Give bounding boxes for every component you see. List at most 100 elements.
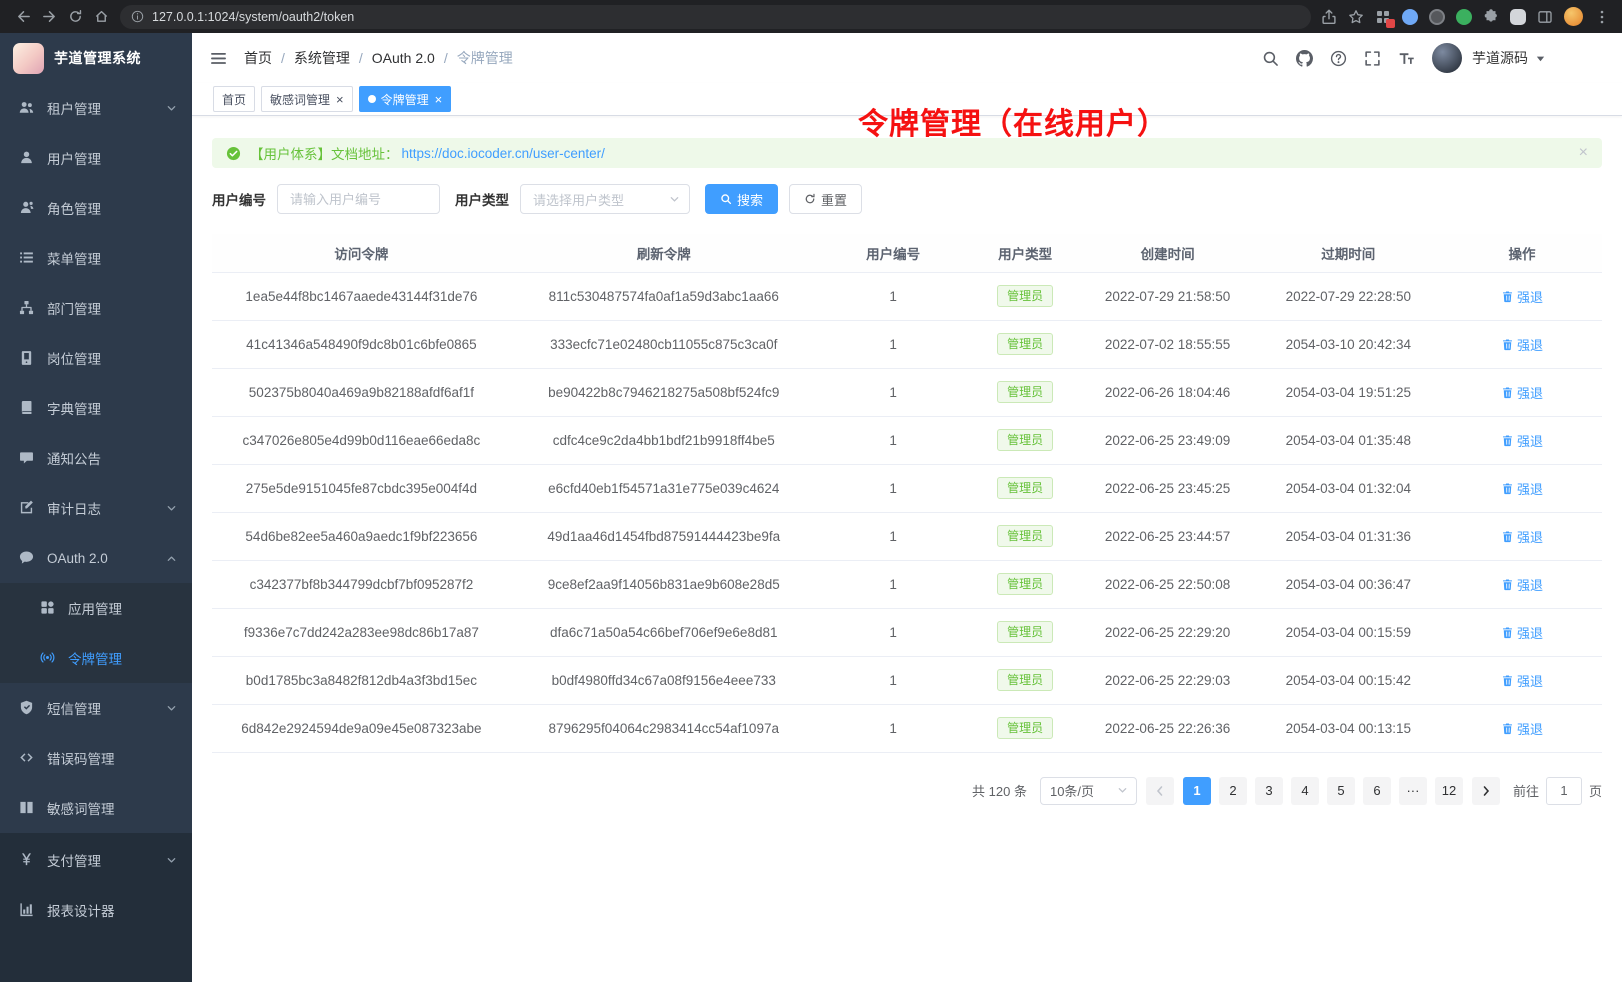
fullscreen-icon[interactable] <box>1364 50 1381 67</box>
log-icon <box>19 500 35 516</box>
user-type-select[interactable]: 请选择用户类型 <box>520 184 690 214</box>
page-size-select[interactable]: 10条/页 <box>1040 777 1137 805</box>
side-panel-icon[interactable] <box>1537 9 1553 25</box>
help-icon[interactable] <box>1330 50 1347 67</box>
user-type-label: 用户类型 <box>455 189 509 209</box>
delete-icon <box>1501 386 1514 399</box>
expire-time-cell: 2054-03-04 01:31:36 <box>1254 512 1442 560</box>
sidebar-item[interactable]: OAuth 2.0 <box>0 533 192 583</box>
force-logout-button[interactable]: 强退 <box>1501 719 1543 738</box>
font-size-icon[interactable] <box>1398 50 1415 67</box>
bookmark-star-icon[interactable] <box>1348 9 1364 25</box>
sidebar-item[interactable]: 角色管理 <box>0 183 192 233</box>
refresh-token-cell: 811c530487574fa0af1a59d3abc1aa66 <box>511 272 817 320</box>
share-icon[interactable] <box>1321 9 1337 25</box>
browser-home-button[interactable] <box>88 4 114 30</box>
force-logout-button[interactable]: 强退 <box>1501 575 1543 594</box>
extension-icon[interactable] <box>1429 9 1445 25</box>
close-icon[interactable]: × <box>336 93 344 106</box>
user-type-cell: 管理员 <box>970 464 1081 512</box>
extension-icon[interactable] <box>1456 9 1472 25</box>
force-logout-button[interactable]: 强退 <box>1501 479 1543 498</box>
force-logout-button[interactable]: 强退 <box>1501 623 1543 642</box>
sidebar-item[interactable]: 通知公告 <box>0 433 192 483</box>
next-page-button[interactable] <box>1472 777 1500 805</box>
sidebar-item[interactable]: 岗位管理 <box>0 333 192 383</box>
browser-profile-avatar[interactable] <box>1564 7 1583 26</box>
table-row: c347026e805e4d99b0d116eae66eda8ccdfc4ce9… <box>212 416 1602 464</box>
caret-down-icon[interactable] <box>1535 53 1546 64</box>
sidebar-item[interactable]: 字典管理 <box>0 383 192 433</box>
force-logout-button[interactable]: 强退 <box>1501 335 1543 354</box>
sidebar-item[interactable]: 支付管理 <box>0 835 192 885</box>
chevron-up-icon <box>166 553 177 564</box>
action-cell: 强退 <box>1442 608 1602 656</box>
browser-menu-icon[interactable] <box>1594 9 1610 25</box>
force-logout-button[interactable]: 强退 <box>1501 287 1543 306</box>
sidebar-item[interactable]: 审计日志 <box>0 483 192 533</box>
force-logout-button[interactable]: 强退 <box>1501 431 1543 450</box>
force-logout-button[interactable]: 强退 <box>1501 383 1543 402</box>
username[interactable]: 芋道源码 <box>1472 48 1528 68</box>
breadcrumb-item[interactable]: 系统管理 <box>294 48 350 68</box>
search-icon[interactable] <box>1262 50 1279 67</box>
sidebar-item[interactable]: 部门管理 <box>0 283 192 333</box>
sidebar-item[interactable]: 令牌管理 <box>0 633 192 683</box>
extension-icon[interactable] <box>1510 9 1526 25</box>
sidebar-item[interactable]: 报表设计器 <box>0 885 192 935</box>
sidebar-item[interactable]: 租户管理 <box>0 83 192 133</box>
user-id-input[interactable] <box>277 184 440 214</box>
doc-link[interactable]: https://doc.iocoder.cn/user-center/ <box>402 146 605 161</box>
address-bar[interactable]: 127.0.0.1:1024/system/oauth2/token <box>120 5 1311 29</box>
extension-icon[interactable] <box>1402 9 1418 25</box>
more-pages-button[interactable]: ··· <box>1399 777 1427 805</box>
extensions-puzzle-icon[interactable] <box>1483 9 1499 25</box>
browser-back-button[interactable] <box>10 4 36 30</box>
extension-grid-icon[interactable] <box>1375 9 1391 25</box>
sidebar-item[interactable]: 短信管理 <box>0 683 192 733</box>
created-time-cell: 2022-06-25 23:49:09 <box>1081 416 1255 464</box>
page-button[interactable]: 6 <box>1363 777 1391 805</box>
access-token-cell: 275e5de9151045fe87cbdc395e004f4d <box>212 464 511 512</box>
sidebar-item[interactable]: 应用管理 <box>0 583 192 633</box>
chevron-down-icon <box>166 855 177 866</box>
tab-item[interactable]: 首页 <box>213 86 255 112</box>
force-logout-button[interactable]: 强退 <box>1501 527 1543 546</box>
post-icon <box>19 350 35 366</box>
tab-item[interactable]: 令牌管理× <box>359 86 452 112</box>
sms-icon <box>19 700 35 716</box>
sidebar-item[interactable]: 菜单管理 <box>0 233 192 283</box>
column-header: 创建时间 <box>1081 234 1255 272</box>
page-button[interactable]: 5 <box>1327 777 1355 805</box>
site-info-icon[interactable] <box>131 10 144 23</box>
sidebar-item[interactable]: 用户管理 <box>0 133 192 183</box>
github-icon[interactable] <box>1296 50 1313 67</box>
sidebar-item[interactable]: 敏感词管理 <box>0 783 192 833</box>
column-header: 过期时间 <box>1254 234 1442 272</box>
search-button[interactable]: 搜索 <box>705 184 778 214</box>
goto-page-input[interactable] <box>1546 777 1582 805</box>
page-button[interactable]: 2 <box>1219 777 1247 805</box>
force-logout-button[interactable]: 强退 <box>1501 671 1543 690</box>
breadcrumb-item[interactable]: 首页 <box>244 48 272 68</box>
tab-item[interactable]: 敏感词管理× <box>261 86 353 112</box>
sidebar-item[interactable]: 错误码管理 <box>0 733 192 783</box>
page-button[interactable]: 1 <box>1183 777 1211 805</box>
page-button[interactable]: 4 <box>1291 777 1319 805</box>
reset-button[interactable]: 重置 <box>789 184 862 214</box>
chevron-down-icon <box>166 703 177 714</box>
prev-page-button[interactable] <box>1146 777 1174 805</box>
page-button[interactable]: 3 <box>1255 777 1283 805</box>
alert-close-icon[interactable]: × <box>1579 145 1588 161</box>
app-logo-bar[interactable]: 芋道管理系统 <box>0 33 192 83</box>
delete-icon <box>1501 626 1514 639</box>
user-type-cell: 管理员 <box>970 656 1081 704</box>
page-button[interactable]: 12 <box>1435 777 1463 805</box>
close-icon[interactable]: × <box>435 93 443 106</box>
hamburger-icon[interactable] <box>210 50 227 67</box>
breadcrumb-item[interactable]: OAuth 2.0 <box>372 50 435 66</box>
browser-forward-button[interactable] <box>36 4 62 30</box>
delete-icon <box>1501 290 1514 303</box>
user-avatar[interactable] <box>1432 43 1462 73</box>
browser-reload-button[interactable] <box>62 4 88 30</box>
